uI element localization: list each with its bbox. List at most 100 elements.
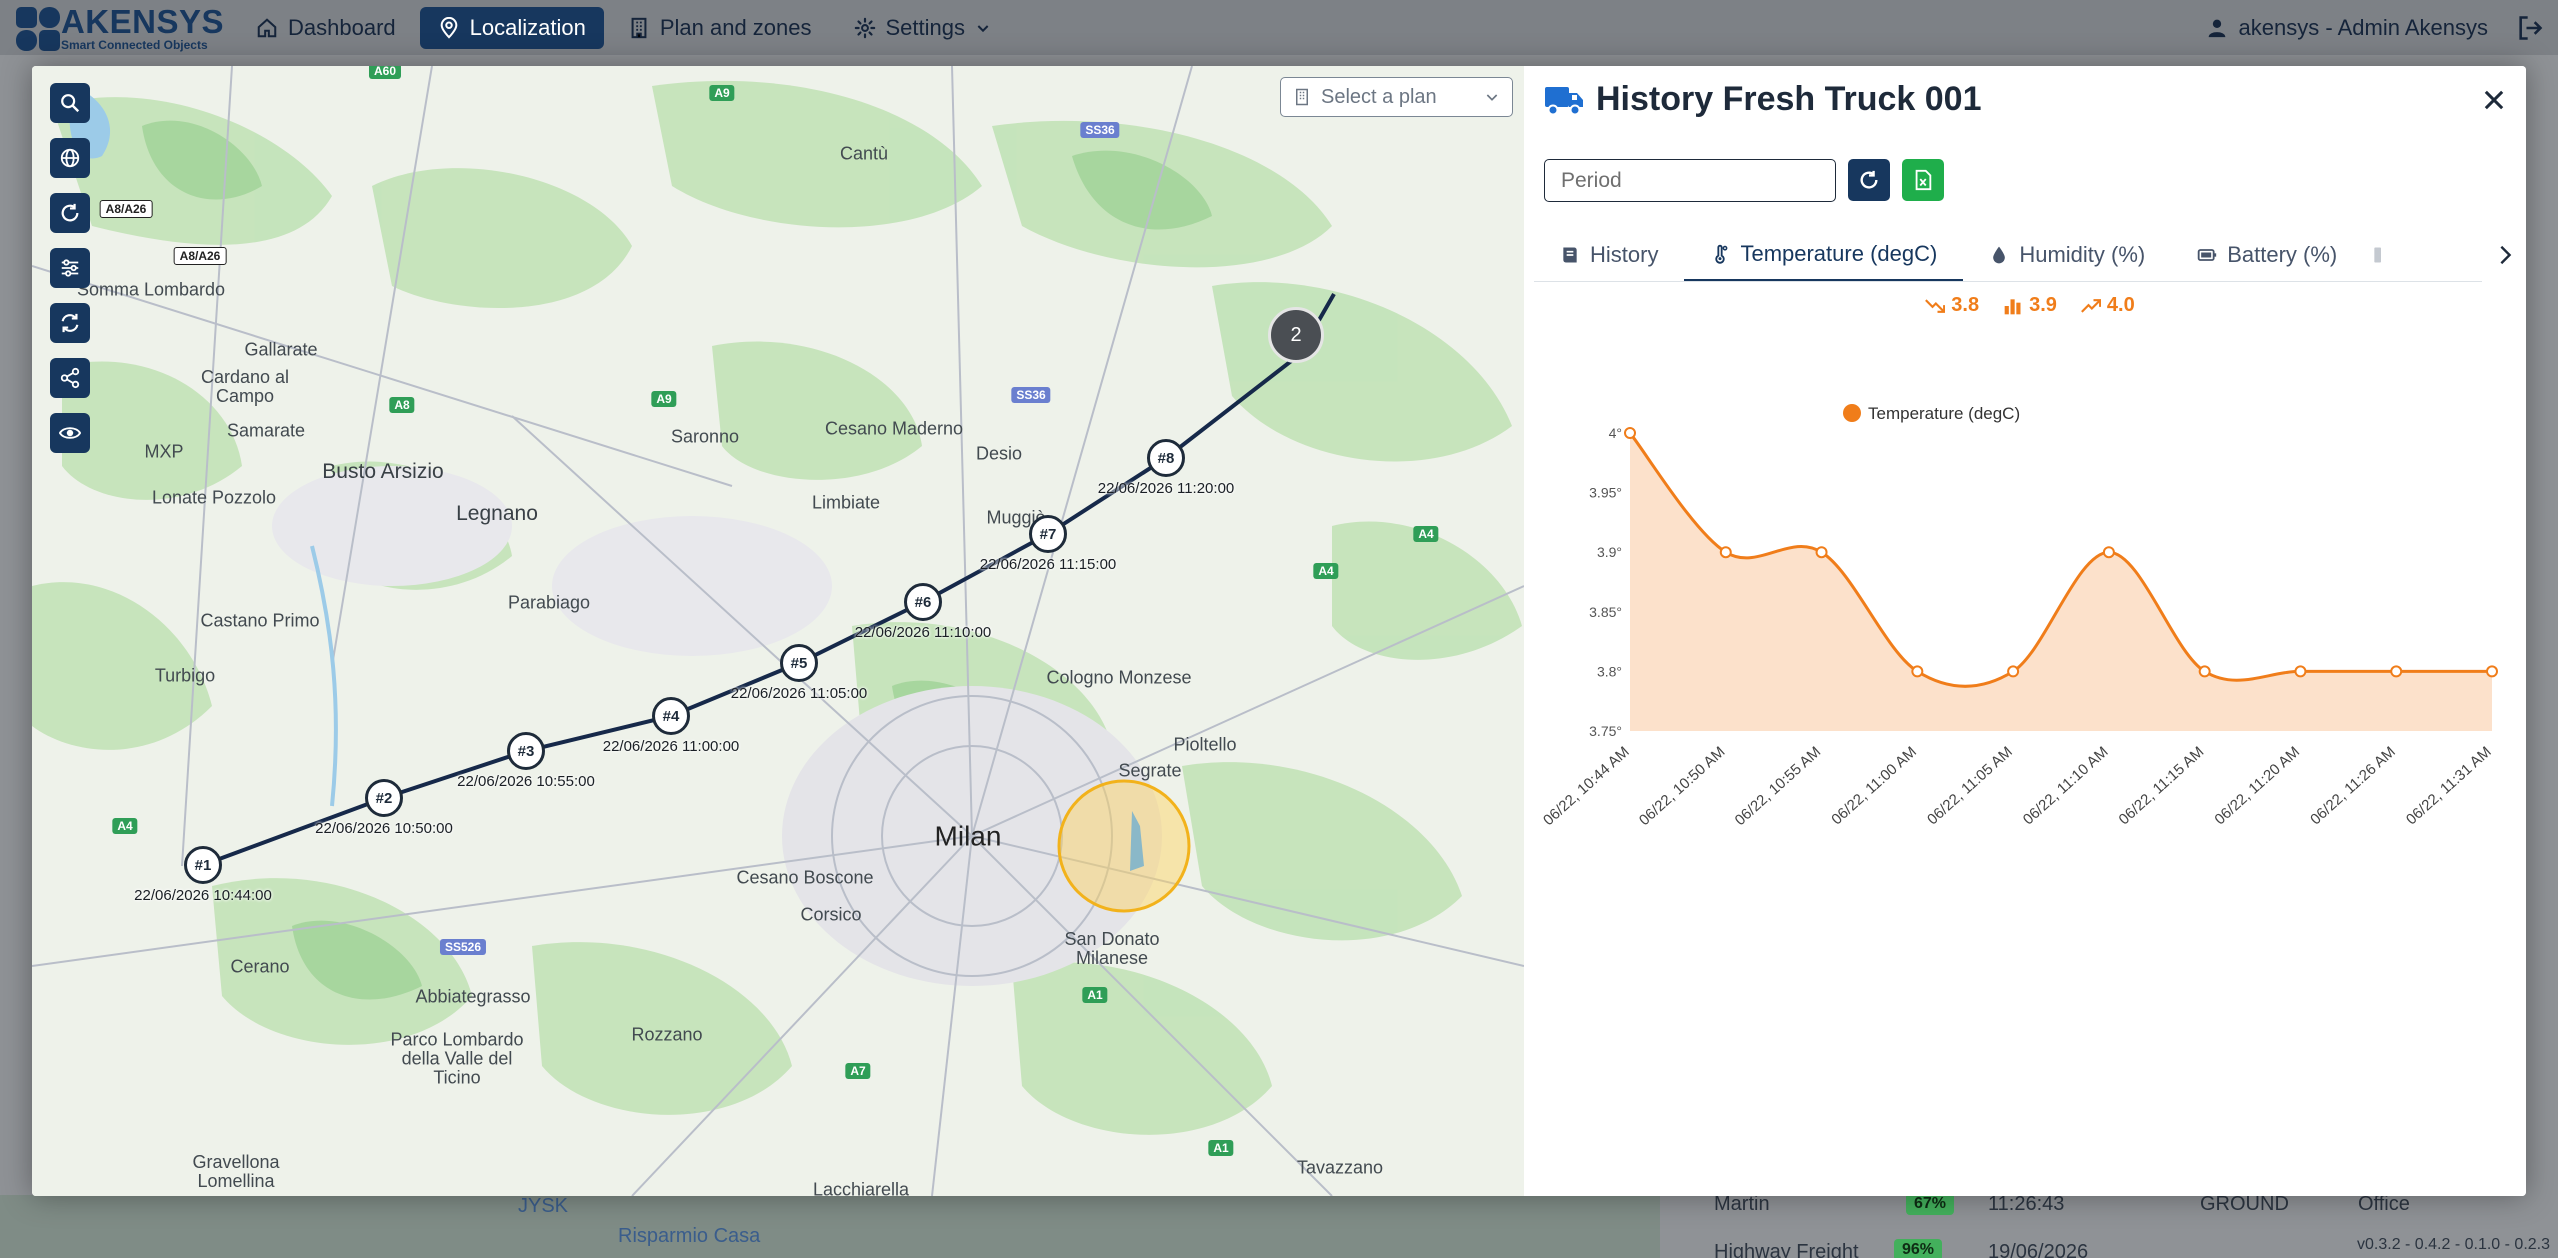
map-share-button[interactable] bbox=[50, 358, 90, 398]
user-icon bbox=[2208, 19, 2225, 37]
background-row-name: Martin bbox=[1714, 1193, 1770, 1215]
droplet-icon bbox=[1993, 246, 2006, 264]
map-place-label: Castano Primo bbox=[200, 610, 320, 631]
route-stop-marker[interactable]: #2 bbox=[365, 779, 403, 817]
nav-settings[interactable]: Settings bbox=[836, 7, 1010, 49]
background-row-zone: Office bbox=[2358, 1193, 2410, 1215]
tab-history[interactable]: History bbox=[1534, 228, 1684, 281]
nav-plan-and-zones[interactable]: Plan and zones bbox=[610, 7, 830, 49]
map-place-label: Cerano bbox=[230, 956, 290, 977]
road-shield: A4 bbox=[1313, 563, 1339, 579]
logo-tagline: Smart Connected Objects bbox=[60, 37, 208, 52]
road-shield: A8/A26 bbox=[99, 200, 153, 218]
nav-dashboard[interactable]: Dashboard bbox=[238, 7, 414, 49]
map-globe-button[interactable] bbox=[50, 138, 90, 178]
data-point bbox=[1815, 546, 1828, 559]
refresh-icon bbox=[1860, 170, 1878, 189]
map-place-label: Lonate Pozzolo bbox=[151, 487, 277, 508]
sliders-icon bbox=[61, 259, 79, 277]
tab-more[interactable] bbox=[2363, 228, 2399, 281]
logo-mark-icon bbox=[14, 5, 60, 51]
route-stop-marker[interactable]: #7 bbox=[1029, 515, 1067, 553]
tab-battery[interactable]: Battery (%) bbox=[2171, 228, 2363, 281]
history-map[interactable]: Cantù Somma Lombardo Gallarate Cardano al C… bbox=[32, 66, 1524, 1196]
route-stop-marker[interactable]: #6 bbox=[904, 583, 942, 621]
tab-temperature-label: Temperature (degC) bbox=[1740, 240, 1938, 266]
road-shield: SS36 bbox=[1011, 387, 1051, 403]
map-reset-button[interactable] bbox=[50, 193, 90, 233]
history-modal: Cantù Somma Lombardo Gallarate Cardano al C… bbox=[32, 66, 2526, 1196]
excel-file-icon bbox=[1915, 169, 1932, 191]
plan-select[interactable]: Select a plan bbox=[1280, 77, 1513, 117]
map-tiles bbox=[32, 66, 1524, 1196]
route-stop-marker[interactable]: #3 bbox=[507, 732, 545, 770]
map-filters-button[interactable] bbox=[50, 248, 90, 288]
trend-up-icon bbox=[2080, 298, 2101, 313]
road-shield: A7 bbox=[845, 1063, 871, 1079]
map-place-label: Pioltello bbox=[1173, 734, 1237, 755]
data-point bbox=[1624, 427, 1636, 439]
marker-cluster[interactable]: 2 bbox=[1268, 307, 1324, 363]
route-stop-time: 22/06/2026 11:05:00 bbox=[730, 685, 868, 702]
nav-localization[interactable]: Localization bbox=[419, 6, 604, 49]
nav-dashboard-label: Dashboard bbox=[288, 14, 396, 40]
route-stop-time: 22/06/2026 11:15:00 bbox=[979, 556, 1117, 573]
location-pin-icon bbox=[440, 16, 457, 39]
y-tick-label: 3.9° bbox=[1597, 544, 1622, 560]
logout-icon[interactable] bbox=[2516, 14, 2544, 42]
road-shield: A1 bbox=[1208, 1140, 1234, 1156]
map-visibility-button[interactable] bbox=[50, 413, 90, 453]
battery-icon bbox=[2197, 249, 2217, 261]
period-input[interactable] bbox=[1544, 159, 1836, 202]
stat-max-value: 4.0 bbox=[2106, 294, 2135, 316]
map-place-label: Segrate bbox=[1118, 760, 1182, 781]
background-row-time: 11:26:43 bbox=[1988, 1193, 2065, 1215]
chevron-down-icon bbox=[1486, 94, 1498, 101]
map-place-label: Cesano Boscone bbox=[736, 867, 874, 888]
akensys-logo[interactable]: AKENSYS Smart Connected Objects bbox=[14, 5, 224, 51]
route-stop-marker[interactable]: #1 bbox=[184, 846, 222, 884]
map-toolbar bbox=[50, 83, 90, 453]
logo-name: AKENSYS bbox=[60, 2, 224, 40]
history-panel: History Fresh Truck 001 History Temperat… bbox=[1534, 66, 2526, 1196]
route-stop-marker[interactable]: #5 bbox=[780, 644, 818, 682]
user-name: akensys - Admin Akensys bbox=[2238, 14, 2488, 40]
rotate-icon bbox=[61, 203, 79, 222]
plan-select-placeholder: Select a plan bbox=[1321, 85, 1437, 108]
route-stop-time: 22/06/2026 10:50:00 bbox=[315, 820, 453, 837]
user-menu[interactable]: akensys - Admin Akensys bbox=[2207, 0, 2488, 55]
map-place-label: Parabiago bbox=[507, 592, 591, 613]
y-tick-label: 3.75° bbox=[1589, 723, 1622, 739]
book-icon bbox=[1563, 247, 1577, 263]
background-row-name: Highway Freight bbox=[1714, 1241, 1859, 1258]
sync-icon bbox=[61, 313, 79, 333]
map-place-label: Tavazzano bbox=[1296, 1157, 1384, 1178]
export-excel-button[interactable] bbox=[1902, 159, 1944, 201]
refresh-history-button[interactable] bbox=[1848, 159, 1890, 201]
tab-temperature[interactable]: Temperature (degC) bbox=[1684, 228, 1964, 281]
map-place-label: Abbiategrasso bbox=[415, 986, 531, 1007]
map-place-label: Busto Arsizio bbox=[322, 459, 444, 483]
route-stop-marker[interactable]: #8 bbox=[1147, 439, 1185, 477]
close-icon[interactable] bbox=[2480, 86, 2508, 114]
map-place-label: Samarate bbox=[226, 420, 306, 441]
map-search-button[interactable] bbox=[50, 83, 90, 123]
road-shield: A8 bbox=[389, 397, 415, 413]
thermometer-icon bbox=[1715, 244, 1728, 264]
tab-humidity[interactable]: Humidity (%) bbox=[1963, 228, 2171, 281]
road-shield: A60 bbox=[368, 66, 402, 79]
route-stop-marker[interactable]: #4 bbox=[652, 697, 690, 735]
globe-icon bbox=[60, 148, 80, 168]
series-area bbox=[1630, 433, 2492, 731]
background-map: JYSK Risparmio Casa bbox=[0, 1195, 1660, 1258]
gear-icon bbox=[854, 17, 875, 38]
temperature-chart[interactable]: Temperature (degC) 3.75° 3.8° 3.85° 3.9° 3.95… bbox=[1534, 346, 2526, 946]
route-stop-time: 22/06/2026 11:10:00 bbox=[854, 624, 992, 641]
search-icon bbox=[61, 94, 80, 113]
map-refresh-button[interactable] bbox=[50, 303, 90, 343]
road-shield: SS36 bbox=[1080, 122, 1120, 138]
map-place-label: Legnano bbox=[456, 501, 538, 525]
chevron-right-icon[interactable] bbox=[2494, 242, 2516, 268]
data-point bbox=[2294, 665, 2307, 678]
map-place-label: MXP bbox=[144, 441, 184, 462]
